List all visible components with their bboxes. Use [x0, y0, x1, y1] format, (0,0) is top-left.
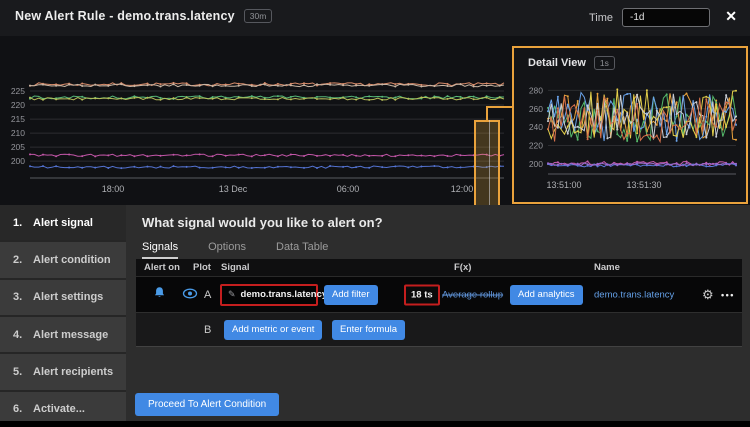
top-bar: New Alert Rule - demo.trans.latency 30m …: [0, 0, 750, 36]
step-sidebar: 1. Alert signal 2. Alert condition 3. Al…: [0, 205, 126, 427]
detail-view-title: Detail View: [528, 57, 586, 69]
page-title: New Alert Rule - demo.trans.latency: [15, 9, 235, 23]
step-label: Alert condition: [33, 254, 111, 266]
detail-connector-horizontal: [486, 106, 514, 108]
alert-bell-icon[interactable]: [153, 285, 166, 304]
detail-chart: 280 260 240 220 200 13:51:00 13:51:30: [518, 74, 746, 200]
step-label: Alert message: [33, 329, 108, 341]
alert-rule-modal: New Alert Rule - demo.trans.latency 30m …: [0, 0, 750, 427]
tab-options[interactable]: Options: [208, 241, 246, 259]
col-signal: Signal: [221, 262, 250, 273]
svg-text:06:00: 06:00: [337, 184, 360, 194]
signal-content: What signal would you like to alert on? …: [126, 205, 750, 427]
time-range-input[interactable]: [622, 8, 710, 27]
svg-text:13:51:00: 13:51:00: [546, 180, 581, 190]
svg-text:205: 205: [11, 142, 25, 152]
svg-text:220: 220: [11, 100, 25, 110]
svg-text:12:00: 12:00: [451, 184, 474, 194]
more-options-icon[interactable]: •••: [721, 290, 735, 300]
detail-selection-brush[interactable]: [474, 120, 500, 209]
signal-table: Alert on Plot Signal F(x) Name A ✎: [136, 259, 742, 347]
col-plot: Plot: [193, 262, 211, 273]
step-number: 1.: [13, 217, 26, 229]
detail-view-header: Detail View 1s: [528, 56, 615, 70]
signal-name-link[interactable]: demo.trans.latency: [594, 289, 674, 300]
close-icon[interactable]: ✕: [725, 9, 737, 23]
svg-text:210: 210: [11, 128, 25, 138]
svg-text:280: 280: [529, 85, 543, 95]
step-number: 6.: [13, 403, 26, 415]
svg-text:13:51:30: 13:51:30: [626, 180, 661, 190]
svg-text:225: 225: [11, 86, 25, 96]
time-range-group: Time: [589, 8, 710, 27]
sidebar-item-alert-recipients[interactable]: 5. Alert recipients: [0, 354, 126, 389]
time-label: Time: [589, 12, 613, 24]
signal-question: What signal would you like to alert on?: [142, 215, 383, 230]
signal-table-header: Alert on Plot Signal F(x) Name: [136, 259, 742, 276]
col-alert-on: Alert on: [144, 262, 180, 273]
step-label: Alert signal: [33, 217, 93, 229]
col-fx: F(x): [454, 262, 471, 273]
svg-text:200: 200: [11, 156, 25, 166]
sidebar-item-alert-signal[interactable]: 1. Alert signal: [0, 205, 126, 240]
plot-label-a: A: [204, 289, 211, 301]
detail-view-panel: Detail View 1s 280 260 240 220 200 13:51:00 13…: [512, 46, 748, 204]
edit-pencil-icon: ✎: [228, 289, 236, 300]
plot-label-b: B: [204, 324, 211, 336]
svg-text:220: 220: [529, 141, 543, 151]
add-analytics-button[interactable]: Add analytics: [510, 285, 583, 305]
step-label: Activate...: [33, 403, 85, 415]
duration-badge: 30m: [244, 9, 273, 23]
step-label: Alert settings: [33, 291, 103, 303]
svg-text:260: 260: [529, 104, 543, 114]
signal-tabs: Signals Options Data Table: [142, 241, 328, 259]
svg-text:215: 215: [11, 114, 25, 124]
proceed-to-alert-condition-button[interactable]: Proceed To Alert Condition: [135, 393, 279, 416]
sidebar-item-alert-settings[interactable]: 3. Alert settings: [0, 280, 126, 315]
step-number: 5.: [13, 366, 26, 378]
step-number: 3.: [13, 291, 26, 303]
sidebar-item-alert-condition[interactable]: 2. Alert condition: [0, 242, 126, 277]
signal-row-a: A ✎ demo.trans.latency Add filter 18 ts …: [136, 276, 742, 312]
tab-signals[interactable]: Signals: [142, 241, 178, 259]
alert-builder-section: 1. Alert signal 2. Alert condition 3. Al…: [0, 205, 750, 427]
tab-data-table[interactable]: Data Table: [276, 241, 328, 259]
title-group: New Alert Rule - demo.trans.latency 30m: [15, 9, 272, 23]
chart-crosshair: [489, 120, 490, 216]
signal-row-b: B Add metric or event Enter formula: [136, 312, 742, 346]
step-number: 4.: [13, 329, 26, 341]
add-filter-button[interactable]: Add filter: [324, 285, 378, 305]
visibility-eye-icon[interactable]: [182, 286, 198, 304]
step-number: 2.: [13, 254, 26, 266]
col-name: Name: [594, 262, 620, 273]
gear-icon[interactable]: ⚙: [702, 287, 714, 303]
svg-text:240: 240: [529, 122, 543, 132]
svg-text:18:00: 18:00: [102, 184, 125, 194]
signal-metric-name: demo.trans.latency: [241, 289, 328, 300]
timeseries-count-badge: 18 ts: [404, 284, 440, 305]
add-metric-button[interactable]: Add metric or event: [224, 320, 322, 340]
rollup-link[interactable]: Average rollup: [442, 289, 503, 300]
chart-zone: 22522021521020520018:0013 Dec06:0012:00 …: [0, 36, 750, 205]
modal-bottom-edge: [0, 421, 750, 427]
resolution-badge: 1s: [594, 56, 615, 70]
step-label: Alert recipients: [33, 366, 113, 378]
svg-text:200: 200: [529, 159, 543, 169]
sidebar-item-alert-message[interactable]: 4. Alert message: [0, 317, 126, 352]
main-chart: 225 220 215 210 205 200 18:00 13 Dec 06:00 12:00: [8, 42, 508, 202]
enter-formula-button[interactable]: Enter formula: [332, 320, 405, 340]
svg-text:13 Dec: 13 Dec: [219, 184, 248, 194]
signal-metric-chip[interactable]: ✎ demo.trans.latency: [220, 284, 318, 306]
